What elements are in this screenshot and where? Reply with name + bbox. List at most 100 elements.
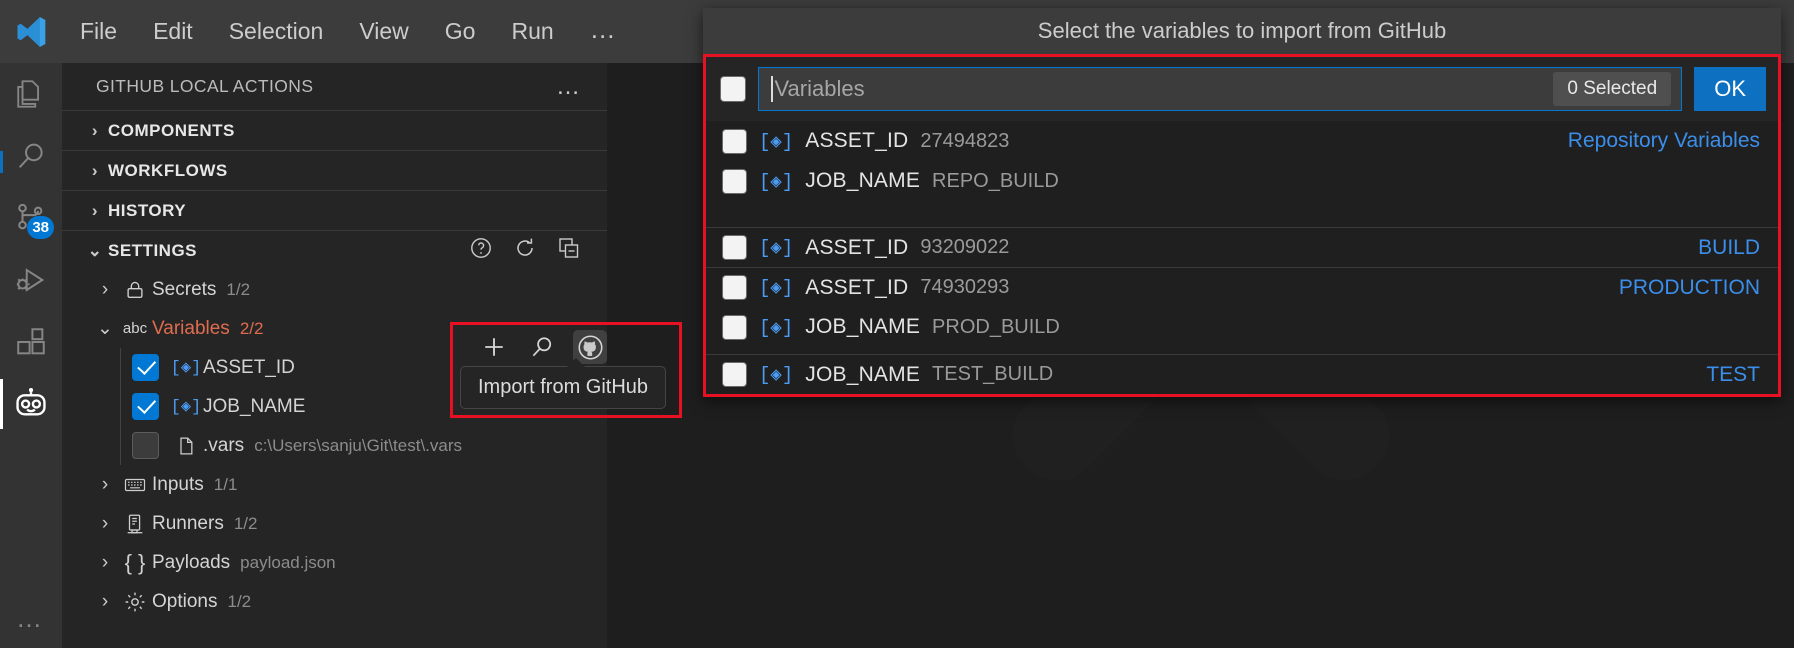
activity-more-icon[interactable]: …	[16, 603, 46, 634]
activity-run-and-debug-icon[interactable]	[0, 249, 62, 311]
variable-icon: [◈]	[759, 364, 794, 386]
section-label: COMPONENTS	[108, 120, 235, 140]
select-all-checkbox[interactable]	[720, 76, 746, 102]
tree-row-sub: 1/2	[227, 591, 252, 611]
row-checkbox[interactable]	[722, 275, 747, 300]
variable-icon: [◈]	[759, 170, 794, 193]
variable-value: REPO_BUILD	[932, 169, 1059, 192]
activity-github-local-actions-robot-icon[interactable]	[0, 373, 62, 435]
row-checkbox[interactable]	[722, 362, 747, 387]
tree-row-sub: payload.json	[240, 552, 336, 572]
tree-row-label: Options	[152, 590, 218, 612]
menu-item-edit[interactable]: Edit	[135, 14, 211, 50]
tree-row-label: ASSET_ID	[203, 356, 295, 378]
tree-row-label: Runners	[152, 512, 224, 534]
menu-item-more[interactable]: …	[572, 14, 636, 49]
tree-row-secrets[interactable]: › Secrets 1/2	[62, 270, 607, 309]
menu-items: File Edit Selection View Go Run …	[62, 14, 636, 50]
section-label: SETTINGS	[108, 240, 198, 260]
variable-icon: [◈]	[759, 130, 794, 153]
chevron-down-icon: ⌄	[87, 240, 103, 260]
tree-row-sub: 1/1	[213, 474, 238, 494]
variable-name: JOB_NAME	[805, 315, 921, 338]
tree-row-options[interactable]: › Options 1/2	[62, 582, 607, 621]
variable-value: TEST_BUILD	[932, 363, 1054, 385]
menu-item-run[interactable]: Run	[493, 14, 571, 50]
list-item[interactable]: [◈] ASSET_ID 93209022 BUILD	[706, 227, 1778, 267]
variable-icon: [◈]	[759, 237, 794, 259]
variable-group: Repository Variables	[1567, 129, 1760, 152]
row-checkbox[interactable]	[722, 128, 747, 154]
menu-item-go[interactable]: Go	[427, 14, 494, 50]
tree-row-vars-file[interactable]: .vars c:\Users\sanju\Git\test\.vars	[62, 426, 607, 465]
list-item[interactable]: [◈] JOB_NAME REPO_BUILD	[706, 161, 1778, 201]
sidebar-header: GITHUB LOCAL ACTIONS …	[62, 63, 607, 110]
activity-search-icon[interactable]	[0, 125, 62, 187]
tree-row-runners[interactable]: › Runners 1/2	[62, 504, 607, 543]
variable-name: ASSET_ID	[805, 235, 909, 259]
dialog-body: Variables 0 Selected OK [◈] ASSET_ID 274…	[703, 54, 1781, 397]
lock-icon	[118, 279, 152, 301]
menu-item-file[interactable]: File	[62, 14, 135, 50]
search-placeholder: Variables	[774, 76, 865, 101]
sidebar-section-history[interactable]: › HISTORY	[62, 190, 607, 230]
list-item[interactable]: [◈] JOB_NAME TEST_BUILD TEST	[706, 354, 1778, 394]
list-item[interactable]: [◈] ASSET_ID 27494823 Repository Variabl…	[706, 121, 1778, 161]
chevron-right-icon: ›	[101, 590, 109, 612]
variables-list: [◈] ASSET_ID 27494823 Repository Variabl…	[706, 121, 1778, 394]
search-input[interactable]: Variables 0 Selected	[758, 67, 1683, 111]
tree-checkbox[interactable]	[132, 354, 159, 381]
row-checkbox[interactable]	[722, 168, 747, 194]
variable-group: BUILD	[1698, 235, 1760, 259]
sidebar-section-settings[interactable]: ⌄ SETTINGS	[62, 230, 607, 270]
list-item[interactable]: [◈] ASSET_ID 74930293 PRODUCTION	[706, 267, 1778, 307]
plus-icon[interactable]	[477, 330, 511, 364]
activity-explorer-icon[interactable]	[0, 63, 62, 125]
variable-icon: [◈]	[170, 359, 202, 378]
refresh-icon[interactable]	[513, 236, 537, 265]
variable-icon: [◈]	[170, 398, 202, 417]
chevron-right-icon: ›	[101, 551, 109, 573]
gear-icon	[118, 590, 152, 614]
help-icon[interactable]	[469, 236, 493, 265]
tree-row-inputs[interactable]: › Inputs 1/1	[62, 465, 607, 504]
collapse-all-icon[interactable]	[557, 236, 581, 265]
menu-item-selection[interactable]: Selection	[211, 14, 342, 50]
row-checkbox[interactable]	[722, 235, 747, 260]
chevron-right-icon: ›	[91, 200, 99, 220]
variable-name: JOB_NAME	[805, 362, 921, 386]
ok-button[interactable]: OK	[1694, 67, 1766, 111]
activity-source-control-icon[interactable]: 38	[0, 187, 62, 249]
dialog-title: Select the variables to import from GitH…	[703, 8, 1781, 54]
chevron-right-icon: ›	[101, 512, 109, 534]
server-icon	[118, 512, 152, 536]
tree-row-sub: 1/2	[226, 279, 251, 299]
tree-row-label: .vars	[203, 434, 245, 456]
list-item[interactable]: [◈] JOB_NAME PROD_BUILD	[706, 307, 1778, 347]
tree-row-label: Payloads	[152, 551, 231, 573]
selected-count-badge: 0 Selected	[1553, 72, 1672, 106]
variable-value: 27494823	[920, 129, 1010, 152]
activity-bar: 38 …	[0, 63, 62, 648]
variable-value: 93209022	[920, 236, 1010, 258]
menu-item-view[interactable]: View	[341, 14, 426, 50]
variable-name: ASSET_ID	[805, 275, 909, 299]
tree-row-label: Secrets	[152, 278, 217, 300]
sidebar-section-workflows[interactable]: › WORKFLOWS	[62, 150, 607, 190]
sidebar-more-icon[interactable]: …	[556, 73, 583, 101]
keyboard-icon	[118, 473, 152, 497]
sidebar-section-components[interactable]: › COMPONENTS	[62, 110, 607, 150]
row-checkbox[interactable]	[722, 314, 747, 340]
tree-checkbox[interactable]	[132, 432, 159, 459]
list-gap	[706, 347, 1778, 354]
tree-row-label: JOB_NAME	[203, 395, 306, 417]
tree-row-payloads[interactable]: › { } Payloads payload.json	[62, 543, 607, 582]
braces-icon: { }	[124, 549, 146, 575]
variable-value: 74930293	[920, 276, 1010, 298]
list-gap	[706, 201, 1778, 227]
settings-actions	[469, 236, 607, 265]
tree-checkbox[interactable]	[132, 393, 159, 420]
import-variables-dialog: Select the variables to import from GitH…	[703, 8, 1781, 397]
search-icon[interactable]	[525, 330, 559, 364]
activity-extensions-icon[interactable]	[0, 311, 62, 373]
